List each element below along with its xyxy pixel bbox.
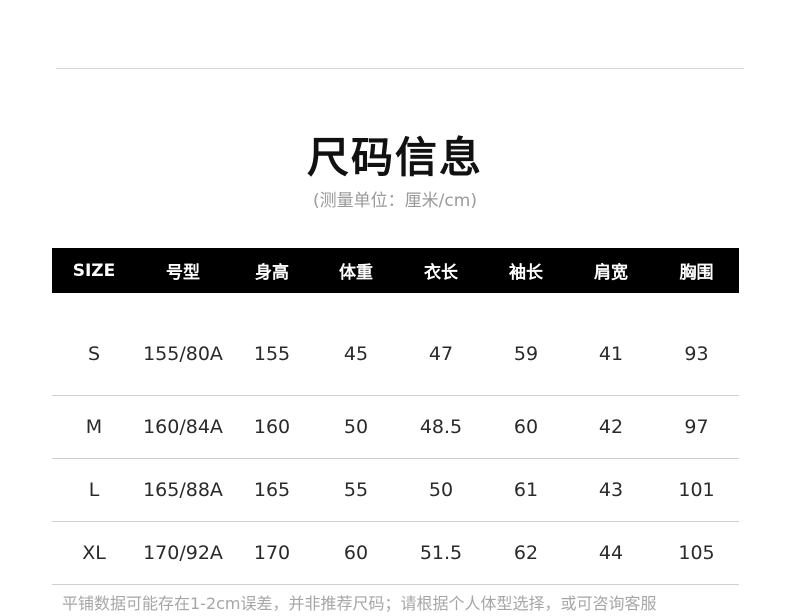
cell-height: 160 (230, 395, 314, 459)
cell-length: 51.5 (398, 521, 484, 585)
cell-model: 165/88A (136, 458, 230, 522)
cell-shoulder: 44 (568, 521, 654, 585)
cell-sleeve: 59 (484, 293, 568, 396)
header-row: SIZE 号型 身高 体重 衣长 袖长 肩宽 胸围 (52, 248, 739, 293)
cell-chest: 101 (654, 458, 739, 522)
cell-length: 48.5 (398, 395, 484, 459)
cell-weight: 55 (314, 458, 398, 522)
cell-shoulder: 42 (568, 395, 654, 459)
cell-model: 170/92A (136, 521, 230, 585)
cell-size: M (52, 395, 136, 459)
cell-size: L (52, 458, 136, 522)
table-row: L 165/88A 165 55 50 61 43 101 (52, 458, 739, 522)
top-divider (56, 68, 744, 69)
page-title: 尺码信息 (306, 133, 483, 182)
header-chest: 胸围 (654, 248, 739, 293)
measurement-unit-note: (测量单位：厘米/cm) (313, 191, 477, 211)
cell-chest: 105 (654, 521, 739, 585)
cell-model: 155/80A (136, 293, 230, 396)
header-shoulder: 肩宽 (568, 248, 654, 293)
table-header: SIZE 号型 身高 体重 衣长 袖长 肩宽 胸围 (52, 248, 739, 293)
cell-size: S (52, 293, 136, 396)
table-body: S 155/80A 155 45 47 59 41 93 M 160/84A 1… (52, 293, 739, 585)
header-model: 号型 (136, 248, 230, 293)
header-size: SIZE (52, 248, 136, 293)
cell-weight: 45 (314, 293, 398, 396)
cell-length: 47 (398, 293, 484, 396)
cell-height: 155 (230, 293, 314, 396)
cell-sleeve: 60 (484, 395, 568, 459)
header-sleeve: 袖长 (484, 248, 568, 293)
table-row: XL 170/92A 170 60 51.5 62 44 105 (52, 521, 739, 585)
cell-length: 50 (398, 458, 484, 522)
cell-weight: 60 (314, 521, 398, 585)
cell-size: XL (52, 521, 136, 585)
header-height: 身高 (230, 248, 314, 293)
cell-shoulder: 41 (568, 293, 654, 396)
cell-sleeve: 62 (484, 521, 568, 585)
table-row: S 155/80A 155 45 47 59 41 93 (52, 293, 739, 396)
cell-height: 170 (230, 521, 314, 585)
header-length: 衣长 (398, 248, 484, 293)
measurement-disclaimer: 平铺数据可能存在1-2cm误差，并非推荐尺码；请根据个人体型选择，或可咨询客服 (62, 594, 657, 613)
header-weight: 体重 (314, 248, 398, 293)
cell-height: 165 (230, 458, 314, 522)
table-row: M 160/84A 160 50 48.5 60 42 97 (52, 395, 739, 459)
cell-shoulder: 43 (568, 458, 654, 522)
size-chart-table: SIZE 号型 身高 体重 衣长 袖长 肩宽 胸围 S 155/80A 155 … (52, 248, 739, 585)
cell-model: 160/84A (136, 395, 230, 459)
cell-chest: 97 (654, 395, 739, 459)
cell-chest: 93 (654, 293, 739, 396)
cell-weight: 50 (314, 395, 398, 459)
cell-sleeve: 61 (484, 458, 568, 522)
